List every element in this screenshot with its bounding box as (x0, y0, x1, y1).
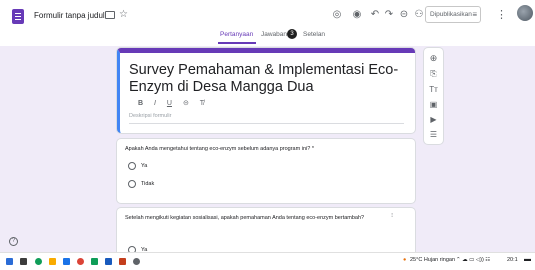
question-text: Apakah Anda mengetahui tentang eco-enzym… (125, 146, 314, 152)
publish-label: Dipublikasikan (430, 11, 472, 18)
preview-icon[interactable]: ◉ (350, 8, 364, 22)
task-view-icon[interactable] (20, 258, 27, 265)
palette-icon[interactable]: ◎ (330, 8, 344, 22)
avatar[interactable] (517, 5, 533, 21)
add-video-icon[interactable]: ▶ (424, 115, 443, 124)
radio-button[interactable] (128, 162, 136, 170)
italic-button[interactable]: I (154, 100, 156, 107)
link-icon[interactable]: ⊝ (397, 8, 411, 22)
drag-handle-icon[interactable]: ⁝ (391, 212, 393, 219)
add-collaborator-icon[interactable]: ⚇ (412, 8, 426, 22)
app-header: Formulir tanpa judul ☆ ◎ ◉ ↶ ↷ ⊝ ⚇ Dipub… (0, 0, 535, 46)
windows-start-icon[interactable] (6, 258, 13, 265)
form-title[interactable]: Survey Pemahaman & Implementasi Eco-Enzy… (129, 62, 414, 96)
weather-text[interactable]: 25°C Hujan ringan (410, 257, 455, 263)
word-icon[interactable] (105, 258, 112, 265)
file-explorer-icon[interactable] (49, 258, 56, 265)
help-icon[interactable]: ? (9, 237, 18, 246)
add-section-icon[interactable]: ☰ (424, 130, 443, 139)
clock[interactable]: 20:1 (507, 257, 518, 263)
underline-button[interactable]: U (167, 100, 172, 107)
add-question-icon[interactable]: ⊕ (424, 53, 443, 64)
bold-button[interactable]: B (138, 100, 143, 107)
tab-settings[interactable]: Setelan (303, 31, 325, 38)
add-title-icon[interactable]: Tт (424, 85, 443, 94)
forms-logo-icon[interactable] (12, 9, 24, 24)
weather-icon[interactable]: ● (403, 257, 406, 263)
clear-format-button[interactable]: T̸ (200, 100, 204, 107)
notification-icon[interactable]: ▬ (524, 256, 531, 263)
chrome-icon[interactable] (77, 258, 84, 265)
link-button[interactable]: ⊝ (183, 99, 189, 107)
powerpoint-icon[interactable] (119, 258, 126, 265)
system-tray-icons[interactable]: ⌃ ☁ ▭ ◁)) ☷ (456, 257, 490, 263)
radio-button[interactable] (128, 180, 136, 188)
description-underline (129, 123, 404, 124)
active-tab-indicator (218, 42, 256, 44)
question-card[interactable]: Apakah Anda mengetahui tentang eco-enzym… (117, 139, 415, 203)
redo-icon[interactable]: ↷ (382, 8, 396, 22)
publish-settings-icon: ≡ (472, 10, 477, 19)
floating-toolbar: ⊕ ⎘ Tт ▣ ▶ ☰ (424, 48, 443, 144)
option-label: Tidak (141, 181, 155, 187)
form-header-card[interactable]: Survey Pemahaman & Implementasi Eco-Enzy… (117, 48, 415, 133)
option-label: Ya (141, 163, 148, 169)
add-image-icon[interactable]: ▣ (424, 100, 443, 109)
form-description-field[interactable]: Deskripsi formulir (129, 113, 171, 119)
edge-icon[interactable] (35, 258, 42, 265)
tab-responses[interactable]: Jawaban (261, 31, 287, 38)
os-taskbar: ● 25°C Hujan ringan ⌃ ☁ ▭ ◁)) ☷ 20:1 ▬ (0, 252, 535, 270)
format-toolbar: B I U ⊝ T̸ (138, 99, 213, 107)
folder-icon[interactable] (105, 11, 115, 19)
star-icon[interactable]: ☆ (119, 9, 128, 20)
more-options-icon[interactable]: ⋮ (496, 8, 507, 21)
document-title[interactable]: Formulir tanpa judul (34, 11, 105, 20)
app-icon[interactable] (91, 258, 98, 265)
settings-icon[interactable] (133, 258, 140, 265)
undo-icon[interactable]: ↶ (368, 8, 382, 22)
store-icon[interactable] (63, 258, 70, 265)
responses-count-badge: 3 (287, 29, 297, 39)
import-icon[interactable]: ⎘ (424, 69, 443, 79)
publish-button[interactable]: Dipublikasikan ≡ (425, 6, 481, 23)
question-text: Setelah mengikuti kegiatan sosialisasi, … (125, 215, 365, 221)
tab-questions[interactable]: Pertanyaan (220, 31, 253, 38)
